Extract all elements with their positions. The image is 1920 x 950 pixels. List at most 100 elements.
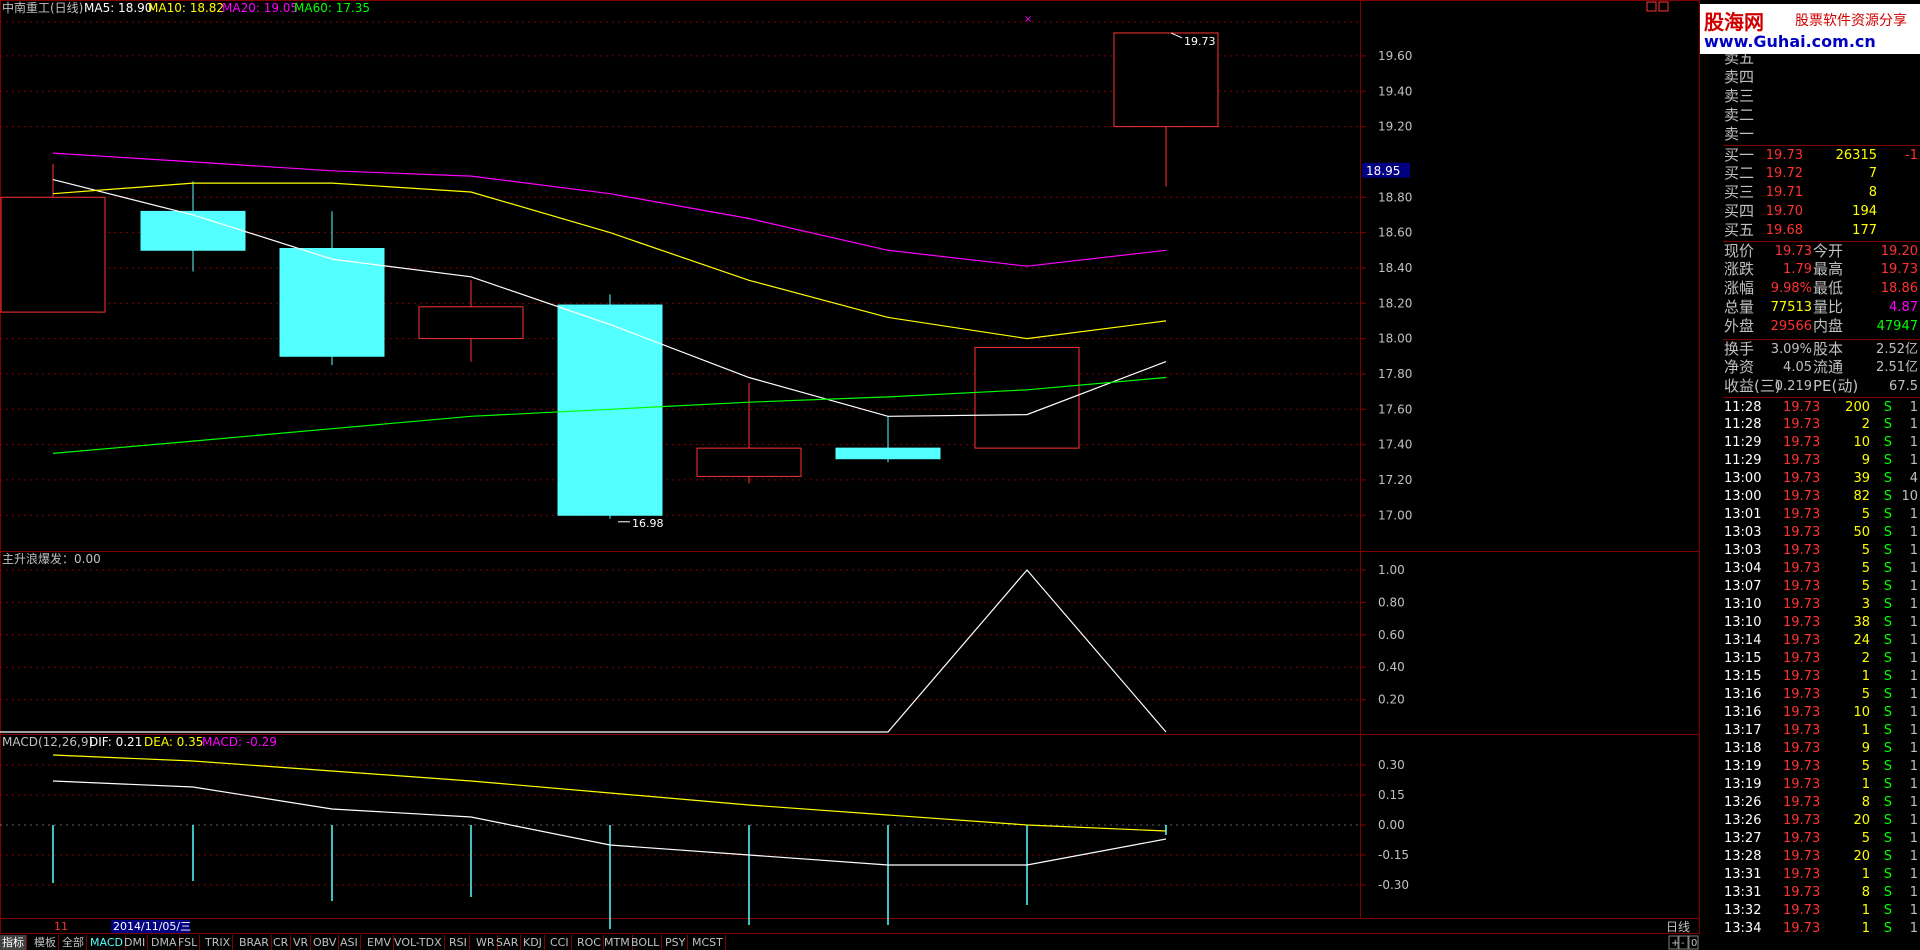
macd-axis-tick: -0.15 — [1378, 848, 1409, 862]
tab-vr[interactable]: VR — [291, 935, 312, 950]
indicator1-axis-tick: 0.20 — [1378, 693, 1405, 707]
tab-psy[interactable]: PSY — [663, 935, 689, 950]
candle-body — [557, 304, 663, 516]
tab-asi[interactable]: ASI — [338, 935, 361, 950]
tick-volume: 9 — [1861, 741, 1870, 756]
tick-row: 13:31 19.73 8 S 1 — [1723, 883, 1920, 902]
tab-全部[interactable]: 全部 — [60, 935, 87, 950]
tick-side: S — [1883, 435, 1892, 450]
tab-vol-tdx[interactable]: VOL-TDX — [392, 935, 445, 950]
tick-price: 19.73 — [1783, 831, 1821, 846]
tab-brar[interactable]: BRAR — [237, 935, 272, 950]
tick-side: S — [1883, 633, 1892, 648]
tab-rsi[interactable]: RSI — [447, 935, 470, 950]
tick-count: 1 — [1909, 561, 1918, 576]
tick-side: S — [1883, 849, 1892, 864]
tick-row: 11:29 19.73 9 S 1 — [1723, 451, 1920, 470]
tab-fsl[interactable]: FSL — [176, 935, 201, 950]
tab-sar[interactable]: SAR — [494, 935, 522, 950]
tab-cci[interactable]: CCI — [548, 935, 572, 950]
tab-obv[interactable]: OBV — [311, 935, 340, 950]
macd-axis-tick: 0.00 — [1378, 818, 1405, 832]
tab-dmi[interactable]: DMI — [122, 935, 149, 950]
quote-label: 现价 — [1724, 242, 1755, 260]
price-axis-tick: 18.20 — [1378, 296, 1412, 310]
tick-time: 13:03 — [1724, 543, 1762, 558]
tick-row: 13:14 19.73 24 S 1 — [1723, 631, 1920, 650]
tick-row: 13:00 19.73 39 S 4 — [1723, 469, 1920, 488]
tick-row: 11:29 19.73 10 S 1 — [1723, 433, 1920, 452]
tick-row: 13:10 19.73 3 S 1 — [1723, 595, 1920, 614]
chart-canvas[interactable]: 19.60 19.40 19.20 18.95 18.80 18.60 18.40 18.20… — [0, 0, 1700, 950]
tick-price: 19.73 — [1783, 453, 1821, 468]
fundamental-label: 净资 — [1724, 358, 1755, 376]
price-axis-tick: 18.40 — [1378, 261, 1412, 275]
tick-price: 19.73 — [1783, 525, 1821, 540]
tab-trix[interactable]: TRIX — [203, 935, 234, 950]
tick-side: S — [1883, 813, 1892, 828]
tab-模板[interactable]: 模板 — [32, 935, 59, 950]
quote-label: 涨幅 — [1724, 279, 1755, 297]
quote-label: 总量 — [1724, 298, 1755, 316]
tick-row: 11:28 19.73 2 S 1 — [1723, 415, 1920, 434]
tick-price: 19.73 — [1783, 723, 1821, 738]
tab-指标[interactable]: 指标 — [0, 935, 27, 950]
tick-side: S — [1883, 867, 1892, 882]
window-close-icon[interactable] — [1658, 1, 1669, 12]
tab-kdj[interactable]: KDJ — [521, 935, 545, 950]
tick-price: 19.73 — [1783, 705, 1821, 720]
tick-price: 19.73 — [1783, 615, 1821, 630]
tick-row: 13:15 19.73 2 S 1 — [1723, 649, 1920, 668]
tick-side: S — [1883, 561, 1892, 576]
tick-price: 19.73 — [1783, 417, 1821, 432]
tick-volume: 10 — [1853, 435, 1870, 450]
quote-value: 9.98% — [1770, 281, 1812, 296]
tick-side: S — [1883, 525, 1892, 540]
quote-label: 最高 — [1813, 260, 1844, 278]
tick-count: 1 — [1909, 849, 1918, 864]
price-axis-tick: 18.95 — [1366, 164, 1400, 178]
tab-dma[interactable]: DMA — [149, 935, 180, 950]
tick-volume: 1 — [1861, 669, 1870, 684]
tick-time: 13:07 — [1724, 579, 1762, 594]
tick-time: 13:15 — [1724, 669, 1762, 684]
tick-count: 1 — [1909, 579, 1918, 594]
tick-time: 13:31 — [1724, 885, 1762, 900]
indicator1-line — [0, 569, 1167, 733]
bid-price: 19.73 — [1765, 148, 1803, 163]
tick-count: 1 — [1909, 669, 1918, 684]
window-restore-icon[interactable] — [1646, 1, 1657, 12]
tick-row: 13:34 19.73 1 S 1 — [1723, 919, 1920, 938]
quote-value: 1.79 — [1783, 262, 1812, 277]
tab-emv[interactable]: EMV — [365, 935, 394, 950]
tab-mcst[interactable]: MCST — [690, 935, 726, 950]
tick-side: S — [1883, 507, 1892, 522]
tab-cr[interactable]: CR — [271, 935, 292, 950]
tick-count: 1 — [1909, 651, 1918, 666]
macd-axis-tick: 0.15 — [1378, 788, 1405, 802]
tick-time: 13:00 — [1724, 471, 1762, 486]
tick-side: S — [1883, 687, 1892, 702]
ask-row: 卖一 — [1723, 125, 1920, 144]
quote-value: 18.86 — [1880, 281, 1918, 296]
macd-axis-tick: 0.30 — [1378, 758, 1405, 772]
candle-body — [835, 447, 941, 460]
tick-row: 13:17 19.73 1 S 1 — [1723, 721, 1920, 740]
tick-row: 13:16 19.73 5 S 1 — [1723, 685, 1920, 704]
tick-price: 19.73 — [1783, 777, 1821, 792]
tick-time: 13:26 — [1724, 813, 1762, 828]
ask-level-label: 卖三 — [1724, 87, 1755, 105]
tab-boll[interactable]: BOLL — [629, 935, 663, 950]
tab-roc[interactable]: ROC — [575, 935, 604, 950]
tick-time: 13:18 — [1724, 741, 1762, 756]
tick-side: S — [1883, 903, 1892, 918]
tab-macd[interactable]: MACD — [88, 935, 126, 950]
tick-time: 13:34 — [1724, 921, 1762, 936]
tick-row: 13:18 19.73 9 S 1 — [1723, 739, 1920, 758]
ask-row: 卖二 — [1723, 106, 1920, 125]
tick-volume: 1 — [1861, 921, 1870, 936]
bid-volume: 26315 — [1835, 148, 1877, 163]
fundamental-label: 流通 — [1813, 358, 1844, 376]
macd-name-label: MACD(12,26,9) — [2, 735, 93, 749]
quote-label: 量比 — [1813, 298, 1844, 316]
